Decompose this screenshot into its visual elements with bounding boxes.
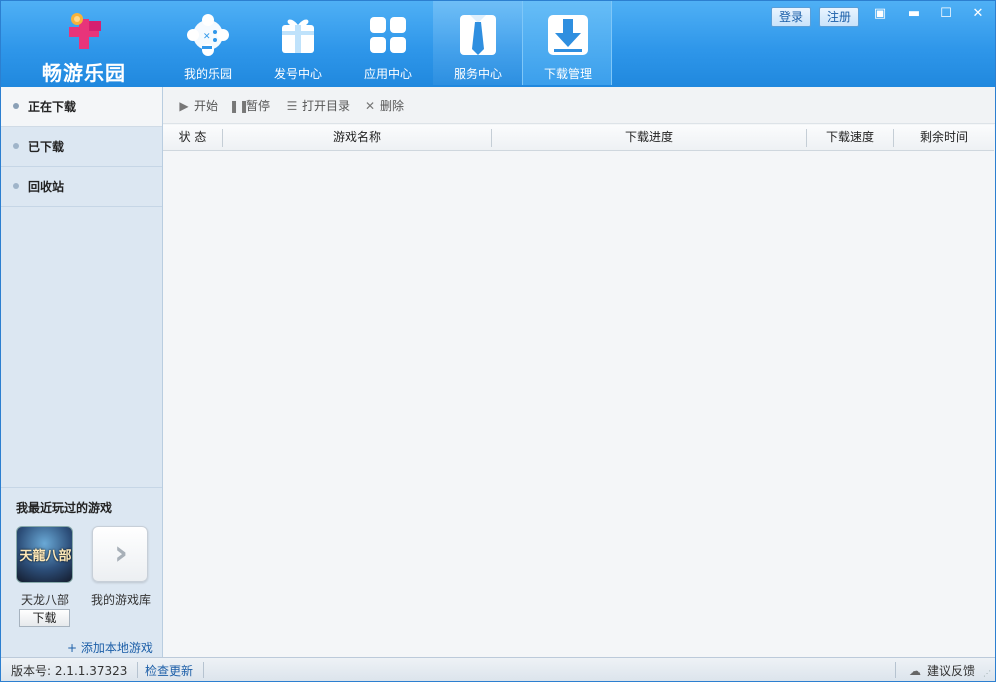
login-button[interactable]: 登录 [771, 7, 812, 27]
logo-text: 畅游乐园 [42, 61, 126, 85]
tab-download-manager[interactable]: 下载管理 [522, 1, 612, 85]
game-download-button[interactable]: 下载 [19, 609, 70, 627]
tab-my-park[interactable]: ✕ 我的乐园 [163, 1, 253, 85]
menu-icon[interactable]: ▣ [871, 5, 889, 23]
feedback-label: 建议反馈 [926, 664, 975, 678]
recent-games-panel: 我最近玩过的游戏 天龍八部 天龙八部 下载 › 我的游戏库 + 添加本地游戏 [1, 487, 162, 657]
sidebar-item-downloaded[interactable]: 已下载 [1, 127, 162, 167]
register-button[interactable]: 注册 [819, 7, 860, 27]
sidebar-item-recycle-bin[interactable]: 回收站 [1, 167, 162, 207]
speech-bubble-icon: ☁ [908, 664, 921, 678]
column-game-name[interactable]: 游戏名称 [223, 125, 491, 150]
game-library-label: 我的游戏库 [90, 593, 151, 607]
list-icon: ☰ [286, 99, 298, 113]
pause-button[interactable]: ❚❚暂停 [229, 97, 270, 114]
apps-grid-icon [370, 17, 406, 53]
tab-app-center[interactable]: 应用中心 [343, 1, 433, 85]
tab-service-center[interactable]: 服务中心 [433, 1, 523, 85]
status-divider [137, 662, 138, 678]
sidebar-item-label: 回收站 [28, 180, 65, 194]
resize-grip-icon[interactable]: ⋰ [983, 669, 993, 679]
tab-label: 下载管理 [543, 67, 592, 81]
close-icon[interactable]: ✕ [969, 5, 987, 23]
tab-gift-center[interactable]: 发号中心 [253, 1, 343, 85]
sidebar-item-label: 正在下载 [28, 100, 77, 114]
open-directory-label: 打开目录 [302, 99, 351, 113]
download-icon [548, 15, 588, 55]
game-thumbnail-logo: 天龍八部 [19, 549, 72, 564]
start-button[interactable]: ▶ 开始 [177, 97, 218, 114]
sidebar: 正在下载 已下载 回收站 我最近玩过的游戏 天龍八部 天龙八部 下载 › 我的游… [1, 87, 163, 657]
gift-icon [282, 19, 314, 53]
feedback-button[interactable]: ☁ 建议反馈 [909, 662, 975, 679]
start-label: 开始 [194, 99, 219, 113]
table-header: 状 态 游戏名称 下载进度 下载速度 剩余时间 [163, 125, 994, 151]
column-remaining-time[interactable]: 剩余时间 [894, 125, 994, 150]
column-status[interactable]: 状 态 [163, 125, 222, 150]
game-thumbnail[interactable]: 天龍八部 [16, 526, 73, 583]
bullet-icon [13, 183, 19, 189]
status-divider [203, 662, 204, 678]
game-library-button[interactable]: › [92, 526, 148, 582]
recent-games-title: 我最近玩过的游戏 [16, 501, 113, 515]
minimize-icon[interactable]: ▬ [905, 5, 923, 23]
status-bar: 版本号: 2.1.1.37323 检查更新 ☁ 建议反馈 ⋰ [1, 657, 995, 681]
column-progress[interactable]: 下载进度 [492, 125, 806, 150]
download-list[interactable] [163, 151, 994, 657]
delete-button[interactable]: ✕ 删除 [363, 97, 404, 114]
svg-text:✕: ✕ [203, 32, 211, 42]
tab-label: 我的乐园 [183, 67, 232, 81]
tie-icon [460, 15, 496, 55]
add-local-game-link[interactable]: + 添加本地游戏 [67, 639, 153, 656]
bullet-icon [13, 103, 19, 109]
tab-label: 发号中心 [273, 67, 322, 81]
app-window: 畅游乐园 ✕ 我的乐园 发号中心 应用中心 服务中心 下载管理 登录 注册 ▣ … [0, 0, 996, 682]
sidebar-item-label: 已下载 [28, 140, 65, 154]
bullet-icon [13, 143, 19, 149]
delete-icon: ✕ [364, 99, 376, 113]
game-name: 天龙八部 [20, 593, 69, 607]
chevron-right-icon: › [113, 533, 128, 573]
tab-label: 服务中心 [453, 67, 502, 81]
header-bar: 畅游乐园 ✕ 我的乐园 发号中心 应用中心 服务中心 下载管理 登录 注册 ▣ … [1, 1, 995, 87]
toolbar: ▶ 开始 ❚❚暂停 ☰ 打开目录 ✕ 删除 [163, 87, 995, 124]
gamepad-icon: ✕ [187, 14, 229, 56]
delete-label: 删除 [380, 99, 405, 113]
maximize-icon[interactable]: ☐ [937, 5, 955, 23]
open-directory-button[interactable]: ☰ 打开目录 [285, 97, 350, 114]
download-panel: ▶ 开始 ❚❚暂停 ☰ 打开目录 ✕ 删除 状 态 游戏名称 下载进度 下载速度 剩余… [163, 87, 995, 657]
tab-label: 应用中心 [363, 67, 412, 81]
version-label: 版本号: 2.1.1.37323 [11, 664, 128, 678]
check-update-link[interactable]: 检查更新 [145, 662, 193, 679]
column-speed[interactable]: 下载速度 [807, 125, 893, 150]
pause-label: 暂停 [246, 99, 271, 113]
pause-icon: ❚❚ [229, 99, 250, 113]
sidebar-item-downloading[interactable]: 正在下载 [1, 87, 162, 127]
play-icon: ▶ [179, 99, 189, 113]
app-logo: 畅游乐园 [19, 7, 149, 85]
status-divider [895, 662, 896, 678]
logo-mark-icon [69, 13, 101, 49]
